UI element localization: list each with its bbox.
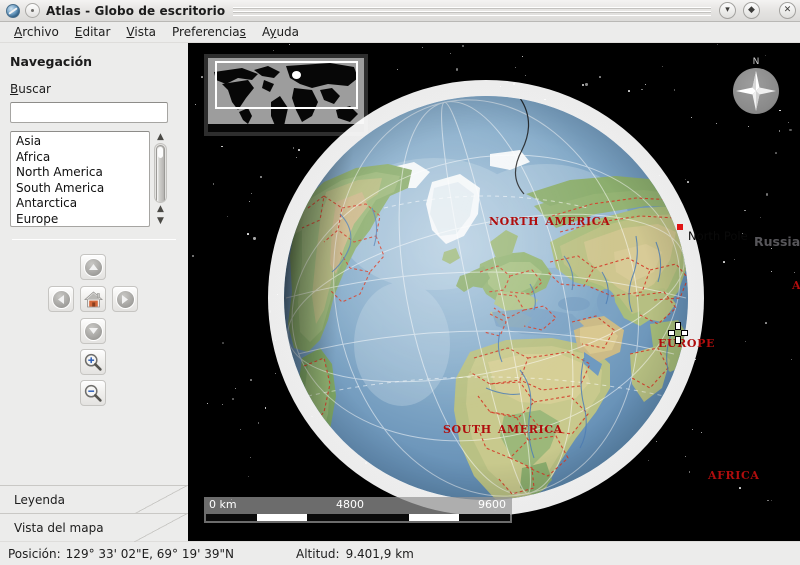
- scale-segments: [204, 514, 512, 523]
- list-item[interactable]: South America: [11, 181, 149, 197]
- menu-bar: Archivo Editar Vista Preferencias Ayuda: [0, 22, 800, 43]
- tab-vista-del-mapa[interactable]: Vista del mapa: [0, 513, 188, 542]
- place-list-scrollbar[interactable]: ▲ ▲ ▼: [153, 131, 168, 227]
- compass-north-label: N: [752, 57, 760, 67]
- list-item[interactable]: Europe: [11, 212, 149, 227]
- status-altitude-label: Altitud:: [296, 546, 340, 561]
- scroll-down-icon[interactable]: ▼: [154, 215, 167, 227]
- map-label-russia: Russia: [754, 234, 800, 249]
- map-label-north-america: North America: [489, 210, 611, 229]
- scale-start-label: 0 km: [209, 498, 237, 511]
- move-down-button[interactable]: [80, 318, 106, 344]
- menu-editar[interactable]: Editar: [67, 23, 119, 41]
- crosshair-cursor-icon: [668, 322, 688, 344]
- list-item[interactable]: North America: [11, 165, 149, 181]
- globe-sphere: [284, 96, 688, 500]
- status-bar: Posición: 129° 33' 02"E, 69° 19' 39"N Al…: [0, 541, 800, 565]
- menu-archivo[interactable]: Archivo: [6, 23, 67, 41]
- title-bar: Atlas - Globo de escritorio ▾ ◆ ✕: [0, 0, 800, 22]
- map-label-north-pole: North Pole: [688, 229, 748, 243]
- atlas-window: Atlas - Globo de escritorio ▾ ◆ ✕ Archiv…: [0, 0, 800, 565]
- window-controls: ▾ ◆ ✕: [719, 2, 796, 19]
- move-right-button[interactable]: [112, 286, 138, 312]
- magnifier-minus-icon: [84, 384, 102, 402]
- window-title: Atlas - Globo de escritorio: [46, 3, 226, 18]
- magnifier-plus-icon: [84, 353, 102, 371]
- move-up-button[interactable]: [80, 254, 106, 280]
- globe-map-icon: [284, 96, 688, 500]
- tab-label: Vista del mapa: [14, 520, 104, 535]
- title-bar-grip[interactable]: [233, 5, 711, 16]
- scroll-step-up-icon[interactable]: ▲: [154, 203, 167, 215]
- map-label-africa: Africa: [708, 464, 760, 483]
- shade-button[interactable]: ▾: [719, 2, 736, 19]
- map-label-south-america: South America: [443, 418, 563, 437]
- chevron-up-icon: [83, 257, 103, 277]
- minimap-position-marker: [292, 71, 301, 79]
- search-label: Buscar: [10, 82, 51, 96]
- compass-disc: [733, 68, 779, 114]
- globe-compass-icon: [5, 3, 21, 19]
- globe[interactable]: [268, 80, 704, 516]
- close-icon: ✕: [783, 5, 792, 15]
- sidebar-tabs: Leyenda Vista del mapa: [0, 485, 188, 542]
- close-button[interactable]: ✕: [779, 2, 796, 19]
- map-label-asia: Asia: [792, 274, 800, 293]
- scrollbar-thumb[interactable]: [156, 145, 165, 202]
- navigation-sidebar: Navegación Buscar Asia Africa North Amer…: [0, 43, 188, 542]
- move-left-button[interactable]: [48, 286, 74, 312]
- map-viewport[interactable]: N north america europe south america afr…: [188, 43, 800, 541]
- north-pole-marker: [677, 224, 683, 230]
- window-menu-button[interactable]: [25, 3, 40, 18]
- map-scale-bar: 0 km 4800 9600: [204, 497, 512, 523]
- scrollbar-trough[interactable]: [154, 143, 167, 203]
- menu-preferencias[interactable]: Preferencias: [164, 23, 254, 41]
- status-altitude-value: 9.401,9 km: [345, 546, 414, 561]
- place-list-container: Asia Africa North America South America …: [10, 131, 178, 227]
- compass-rose[interactable]: N: [730, 57, 782, 119]
- sidebar-heading: Navegación: [10, 54, 93, 69]
- diamond-icon: ◆: [748, 5, 755, 15]
- compass-star-icon: [736, 71, 776, 111]
- chevron-down-icon: [83, 321, 103, 341]
- zoom-out-button[interactable]: [80, 380, 106, 406]
- tab-label: Leyenda: [14, 492, 65, 507]
- tab-leyenda[interactable]: Leyenda: [0, 485, 188, 514]
- zoom-in-button[interactable]: [80, 349, 106, 375]
- place-list[interactable]: Asia Africa North America South America …: [10, 131, 150, 227]
- search-input[interactable]: [10, 102, 168, 123]
- scale-labels: 0 km 4800 9600: [204, 497, 512, 514]
- chevron-left-icon: [51, 289, 71, 309]
- navigation-pad: [10, 250, 178, 410]
- list-item[interactable]: Africa: [11, 150, 149, 166]
- home-icon: [83, 290, 103, 307]
- scale-middle-label: 4800: [336, 498, 364, 511]
- main-area: Navegación Buscar Asia Africa North Amer…: [0, 43, 800, 542]
- status-position-label: Posición:: [8, 546, 61, 561]
- list-item[interactable]: Antarctica: [11, 196, 149, 212]
- scroll-up-icon[interactable]: ▲: [154, 131, 167, 143]
- home-button[interactable]: [80, 286, 106, 312]
- status-position-value: 129° 33' 02"E, 69° 19' 39"N: [65, 546, 235, 561]
- chevron-right-icon: [115, 289, 135, 309]
- scale-end-label: 9600: [478, 498, 506, 511]
- sidebar-divider: [12, 239, 176, 240]
- chevron-down-icon: ▾: [725, 5, 730, 15]
- list-item[interactable]: Asia: [11, 134, 149, 150]
- menu-vista[interactable]: Vista: [118, 23, 164, 41]
- maximize-button[interactable]: ◆: [743, 2, 760, 19]
- menu-ayuda[interactable]: Ayuda: [254, 23, 307, 41]
